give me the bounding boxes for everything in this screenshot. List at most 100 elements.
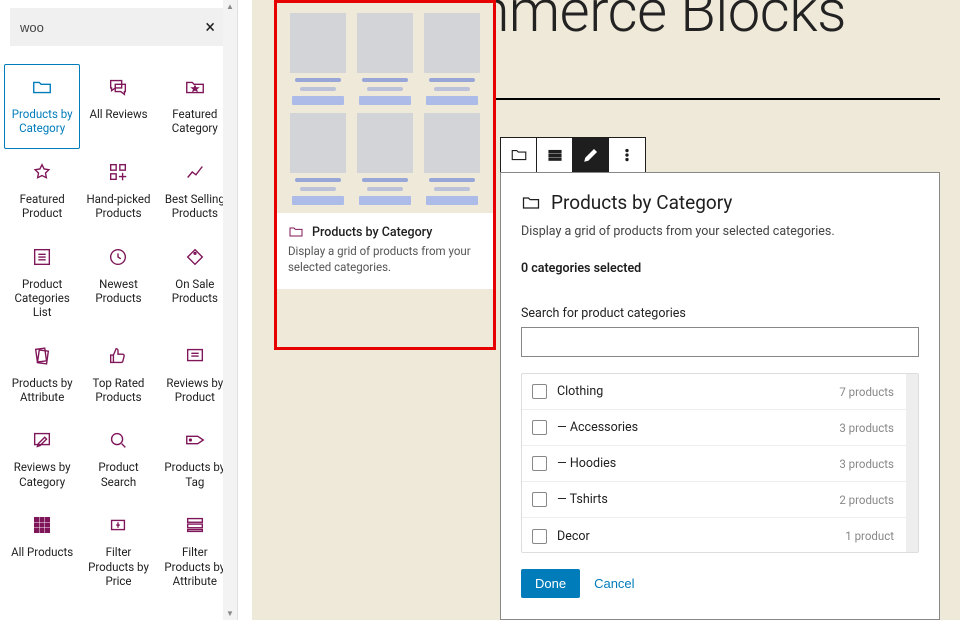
block-label: Newest Products <box>83 277 153 306</box>
block-products-by-category[interactable]: Products by Category <box>4 64 80 149</box>
folder-icon <box>30 75 54 99</box>
thumb-icon <box>106 344 130 368</box>
category-name: — Hoodies <box>557 456 616 471</box>
block-product-search[interactable]: Product Search <box>80 417 156 502</box>
category-row[interactable]: — Hoodies 3 products <box>522 446 918 482</box>
category-checkbox[interactable] <box>532 492 547 507</box>
clock-icon <box>106 245 130 269</box>
trend-icon <box>183 160 207 184</box>
block-reviews-by-product[interactable]: Reviews by Product <box>157 333 233 418</box>
block-label: Featured Category <box>160 107 230 136</box>
block-label: Reviews by Category <box>7 460 77 489</box>
category-row[interactable]: — Accessories 3 products <box>522 410 918 446</box>
price-icon <box>106 513 130 537</box>
list-box-icon <box>30 245 54 269</box>
block-preview-grid <box>277 3 493 213</box>
block-filter-products-by-price[interactable]: Filter Products by Price <box>80 502 156 601</box>
preview-description: Display a grid of products from your sel… <box>288 244 482 275</box>
cards-icon <box>30 344 54 368</box>
clear-search-icon[interactable]: × <box>203 17 217 38</box>
block-label: All Products <box>11 545 73 559</box>
block-search-bar: × <box>10 8 227 46</box>
category-checkbox[interactable] <box>532 456 547 471</box>
category-search-label: Search for product categories <box>521 306 919 321</box>
block-label: Product Categories List <box>7 277 77 320</box>
block-products-by-tag[interactable]: Products by Tag <box>157 417 233 502</box>
block-hand-picked-products[interactable]: Hand-picked Products <box>80 149 156 234</box>
category-count: 3 products <box>839 421 894 435</box>
category-row[interactable]: — Tshirts 2 products <box>522 482 918 518</box>
block-label: Product Search <box>83 460 153 489</box>
block-label: All Reviews <box>89 107 147 121</box>
block-label: Top Rated Products <box>83 376 153 405</box>
inserter-scrollbar[interactable] <box>223 0 237 620</box>
block-best-selling-products[interactable]: Best Selling Products <box>157 149 233 234</box>
category-count: 1 product <box>845 529 894 543</box>
block-search-input[interactable] <box>20 20 203 35</box>
tag-h-icon <box>183 428 207 452</box>
category-checkbox[interactable] <box>532 420 547 435</box>
block-label: On Sale Products <box>160 277 230 306</box>
settings-title: Products by Category <box>551 191 732 214</box>
block-label: Hand-picked Products <box>83 192 153 221</box>
tag-icon <box>183 245 207 269</box>
block-all-products[interactable]: All Products <box>4 502 80 601</box>
category-count: 2 products <box>839 493 894 507</box>
block-on-sale-products[interactable]: On Sale Products <box>157 234 233 333</box>
block-featured-category[interactable]: Featured Category <box>157 64 233 149</box>
toolbar-block-type-button[interactable] <box>501 138 537 172</box>
category-count: 7 products <box>839 385 894 399</box>
block-settings-panel: Products by Category Display a grid of p… <box>500 172 940 620</box>
category-name: Clothing <box>557 384 603 399</box>
category-row[interactable]: Clothing 7 products <box>522 374 918 410</box>
block-toolbar <box>500 137 646 173</box>
category-checkbox[interactable] <box>532 529 547 544</box>
block-reviews-by-category[interactable]: Reviews by Category <box>4 417 80 502</box>
block-label: Reviews by Product <box>160 376 230 405</box>
block-preview-callout: Products by Category Display a grid of p… <box>274 0 496 350</box>
category-name: — Accessories <box>557 420 638 435</box>
category-list[interactable]: Clothing 7 products — Accessories 3 product… <box>521 373 919 553</box>
category-name: — Tshirts <box>557 492 608 507</box>
block-product-categories-list[interactable]: Product Categories List <box>4 234 80 333</box>
toolbar-edit-button[interactable] <box>573 138 609 172</box>
block-all-reviews[interactable]: All Reviews <box>80 64 156 149</box>
category-name: Decor <box>557 529 590 544</box>
folder-star-icon <box>183 75 207 99</box>
toolbar-align-button[interactable] <box>537 138 573 172</box>
block-preview-caption: Products by Category Display a grid of p… <box>277 213 493 289</box>
blocks-grid: Products by Category All Reviews Featured … <box>0 58 237 607</box>
block-label: Featured Product <box>7 192 77 221</box>
block-inserter-panel: × Products by Category All Reviews Feature… <box>0 0 238 620</box>
folder-icon <box>521 193 541 213</box>
preview-title: Products by Category <box>312 225 432 240</box>
review-icon <box>183 344 207 368</box>
cancel-button[interactable]: Cancel <box>594 576 634 591</box>
block-products-by-attribute[interactable]: Products by Attribute <box>4 333 80 418</box>
block-label: Products by Category <box>7 107 77 136</box>
block-label: Products by Attribute <box>7 376 77 405</box>
chat-icon <box>106 75 130 99</box>
grid-plus-icon <box>106 160 130 184</box>
editor-canvas: WooCommerce Blocks Products by Category … <box>252 0 960 620</box>
categories-selected-count: 0 categories selected <box>521 261 919 276</box>
review-edit-icon <box>30 428 54 452</box>
category-checkbox[interactable] <box>532 384 547 399</box>
category-count: 3 products <box>839 457 894 471</box>
category-search-input[interactable] <box>521 327 919 357</box>
block-newest-products[interactable]: Newest Products <box>80 234 156 333</box>
done-button[interactable]: Done <box>521 569 580 598</box>
block-top-rated-products[interactable]: Top Rated Products <box>80 333 156 418</box>
grid9-icon <box>30 513 54 537</box>
block-label: Best Selling Products <box>160 192 230 221</box>
star-icon <box>30 160 54 184</box>
block-label: Filter Products by Attribute <box>160 545 230 588</box>
folder-icon <box>288 224 304 240</box>
toolbar-more-button[interactable] <box>609 138 645 172</box>
block-featured-product[interactable]: Featured Product <box>4 149 80 234</box>
category-row[interactable]: Decor 1 product <box>522 518 918 553</box>
search-icon <box>106 428 130 452</box>
settings-description: Display a grid of products from your sel… <box>521 224 919 239</box>
block-filter-products-by-attribute[interactable]: Filter Products by Attribute <box>157 502 233 601</box>
block-label: Products by Tag <box>160 460 230 489</box>
